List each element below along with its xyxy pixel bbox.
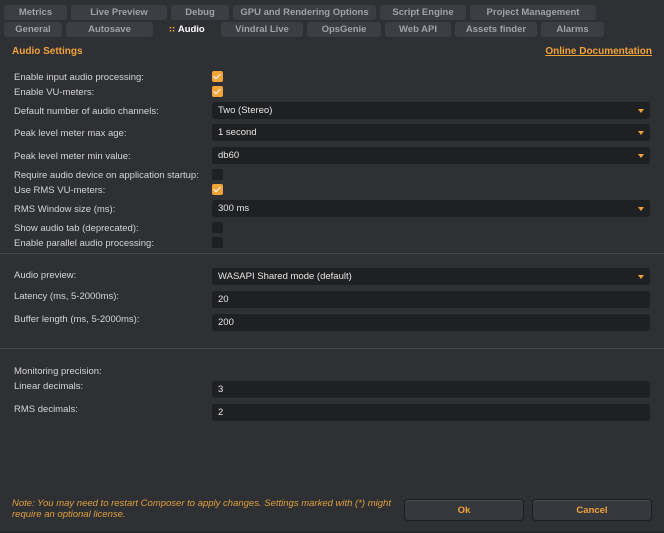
tab-label: General <box>15 24 51 35</box>
latency-input[interactable]: 20 <box>212 291 650 308</box>
tab-metrics[interactable]: Metrics <box>4 5 67 20</box>
tab-assets-finder[interactable]: Assets finder <box>455 22 537 37</box>
tab-gpu-and-rendering-options[interactable]: GPU and Rendering Options <box>233 5 376 20</box>
tab-project-management[interactable]: Project Management <box>470 5 596 20</box>
monitoring-precision-heading: Monitoring precision: <box>14 366 102 377</box>
chevron-down-icon <box>638 275 644 279</box>
tab-label: OpsGenie <box>321 24 367 35</box>
default-channels-value: Two (Stereo) <box>218 105 273 116</box>
enable-vu-meters-label: Enable VU-meters: <box>14 87 95 98</box>
restart-note: Note: You may need to restart Composer t… <box>12 498 391 520</box>
tab-label: Debug <box>185 7 215 18</box>
tab-web-api[interactable]: Web API <box>385 22 451 37</box>
enable-input-audio-processing-label: Enable input audio processing: <box>14 72 144 83</box>
tab-alarms[interactable]: Alarms <box>541 22 604 37</box>
tab-debug[interactable]: Debug <box>171 5 229 20</box>
tab-label: GPU and Rendering Options <box>240 7 369 18</box>
default-channels-select[interactable]: Two (Stereo) <box>212 102 650 119</box>
cancel-button[interactable]: Cancel <box>532 499 652 521</box>
tab-label: Project Management <box>486 7 580 18</box>
audio-preview-value: WASAPI Shared mode (default) <box>218 271 352 282</box>
parallel-processing-label: Enable parallel audio processing: <box>14 238 154 249</box>
enable-input-audio-processing-checkbox[interactable] <box>212 71 223 82</box>
buffer-length-input[interactable]: 200 <box>212 314 650 331</box>
tab-general[interactable]: General <box>4 22 62 37</box>
tab-script-engine[interactable]: Script Engine <box>380 5 466 20</box>
rms-decimals-input[interactable]: 2 <box>212 404 650 421</box>
use-rms-checkbox[interactable] <box>212 184 223 195</box>
peak-max-age-value: 1 second <box>218 127 257 138</box>
linear-decimals-value: 3 <box>218 384 224 395</box>
tab-label: Metrics <box>18 7 53 18</box>
peak-max-age-label: Peak level meter max age: <box>14 128 127 139</box>
tab-row-2: General Autosave ∷ Audio Vindral Live OpsGeni… <box>4 22 660 37</box>
drag-handle-icon: ∷ <box>169 25 175 34</box>
show-audio-tab-label: Show audio tab (deprecated): <box>14 223 139 234</box>
chevron-down-icon <box>638 207 644 211</box>
show-audio-tab-checkbox[interactable] <box>212 222 223 233</box>
linear-decimals-input[interactable]: 3 <box>212 381 650 398</box>
peak-max-age-select[interactable]: 1 second <box>212 124 650 141</box>
require-device-label: Require audio device on application star… <box>14 170 199 181</box>
chevron-down-icon <box>638 109 644 113</box>
chevron-down-icon <box>638 131 644 135</box>
tab-label: Assets finder <box>465 24 527 35</box>
divider <box>0 253 664 254</box>
rms-window-select[interactable]: 300 ms <box>212 200 650 217</box>
tab-audio[interactable]: ∷ Audio <box>157 22 217 37</box>
rms-decimals-value: 2 <box>218 407 224 418</box>
ok-button[interactable]: Ok <box>404 499 524 521</box>
rms-decimals-label: RMS decimals: <box>14 404 78 415</box>
tab-row-1: Metrics Live Preview Debug GPU and Renderin… <box>4 5 660 20</box>
tab-label: Web API <box>398 24 437 35</box>
tab-label: Script Engine <box>392 7 454 18</box>
linear-decimals-label: Linear decimals: <box>14 381 84 392</box>
latency-label: Latency (ms, 5-2000ms): <box>14 291 120 302</box>
tab-label: Live Preview <box>90 7 148 18</box>
peak-min-value-select[interactable]: db60 <box>212 147 650 164</box>
tab-vindral-live[interactable]: Vindral Live <box>221 22 303 37</box>
buffer-length-value: 200 <box>218 317 234 328</box>
audio-preview-select[interactable]: WASAPI Shared mode (default) <box>212 268 650 285</box>
tab-label: Audio <box>177 24 205 35</box>
divider <box>0 348 664 349</box>
parallel-processing-checkbox[interactable] <box>212 237 223 248</box>
rms-window-label: RMS Window size (ms): <box>14 204 116 215</box>
default-channels-label: Default number of audio channels: <box>14 106 159 117</box>
online-documentation-link[interactable]: Online Documentation <box>545 46 652 57</box>
buffer-length-label: Buffer length (ms, 5-2000ms): <box>14 314 140 325</box>
use-rms-label: Use RMS VU-meters: <box>14 185 106 196</box>
tab-live-preview[interactable]: Live Preview <box>71 5 167 20</box>
latency-value: 20 <box>218 294 229 305</box>
tab-opsgenie[interactable]: OpsGenie <box>307 22 381 37</box>
tab-label: Vindral Live <box>235 24 289 35</box>
enable-vu-meters-checkbox[interactable] <box>212 86 223 97</box>
tab-label: Alarms <box>556 24 589 35</box>
peak-min-value-label: Peak level meter min value: <box>14 151 131 162</box>
chevron-down-icon <box>638 154 644 158</box>
peak-min-value-value: db60 <box>218 150 240 161</box>
rms-window-value: 300 ms <box>218 203 250 214</box>
require-device-checkbox[interactable] <box>212 169 223 180</box>
section-title: Audio Settings <box>12 46 83 57</box>
tab-autosave[interactable]: Autosave <box>66 22 153 37</box>
audio-preview-label: Audio preview: <box>14 270 77 281</box>
tab-label: Autosave <box>88 24 131 35</box>
